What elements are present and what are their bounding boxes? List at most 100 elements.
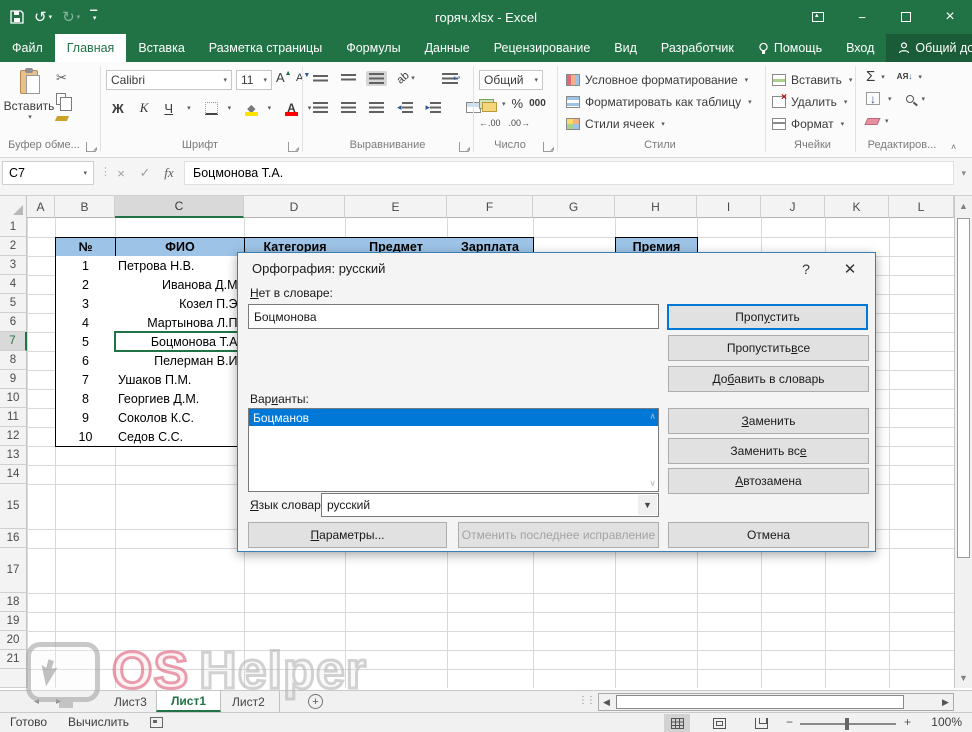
row-header-1[interactable]: 1 — [0, 218, 27, 237]
column-header-D[interactable]: D — [244, 196, 345, 218]
table-cell-number[interactable]: 7 — [55, 370, 116, 390]
zoom-in-button[interactable]: + — [904, 715, 911, 729]
table-cell-name[interactable]: Мартынова Л.П. — [115, 313, 245, 333]
new-sheet-button[interactable]: + — [308, 694, 323, 709]
confirm-entry-button[interactable]: ✓ — [134, 161, 156, 185]
table-cell-name[interactable]: Иванова Д.М. — [115, 275, 245, 295]
row-header-7[interactable]: 7 — [0, 332, 27, 351]
row-header-18[interactable]: 18 — [0, 593, 27, 612]
ribbon-tab-вход[interactable]: Вход — [834, 34, 886, 62]
autocorrect-button[interactable]: Автозамена — [668, 468, 869, 494]
insert-function-button[interactable]: fx — [158, 161, 180, 185]
row-header-12[interactable]: 12 — [0, 427, 27, 446]
column-header-A[interactable]: A — [27, 196, 55, 218]
select-all-corner[interactable] — [0, 196, 27, 218]
insert-cells-button[interactable]: Вставить▾ — [772, 71, 852, 89]
ribbon-tab-вид[interactable]: Вид — [602, 34, 649, 62]
underline-button[interactable]: Ч — [160, 101, 177, 116]
scroll-left-icon[interactable]: ◀ — [599, 694, 614, 710]
horizontal-scrollbar[interactable]: ◀ ▶ — [598, 693, 954, 711]
table-cell-name[interactable]: Седов С.С. — [115, 427, 245, 447]
borders-dropdown-icon[interactable]: ▾ — [228, 104, 232, 112]
table-cell-number[interactable]: 9 — [55, 408, 116, 428]
sort-filter-button[interactable]: АЯ↓ — [897, 73, 913, 81]
row-header-11[interactable]: 11 — [0, 408, 27, 427]
formula-input[interactable]: Боцмонова Т.А. — [184, 161, 954, 185]
decrease-decimal-button[interactable]: .00→ — [509, 118, 531, 128]
ribbon-tab-вставка[interactable]: Вставка — [126, 34, 196, 62]
copy-button[interactable] — [56, 93, 66, 105]
accounting-format-button[interactable] — [479, 99, 494, 109]
ignore-once-button[interactable]: Пропустить — [667, 304, 868, 330]
row-header-9[interactable]: 9 — [0, 370, 27, 389]
suggestions-list[interactable]: ∧ ∨ Боцманов — [248, 408, 659, 492]
ribbon-tab-главная[interactable]: Главная — [55, 34, 127, 62]
cell-styles-button[interactable]: Стили ячеек▾ — [566, 115, 665, 133]
list-scroll-down-icon[interactable]: ∨ — [649, 478, 656, 489]
fill-button[interactable]: ↓ — [866, 92, 880, 105]
format-painter-button[interactable] — [55, 116, 69, 121]
table-cell-number[interactable]: 4 — [55, 313, 116, 333]
comma-style-button[interactable]: 000 — [529, 98, 546, 109]
increase-indent-button[interactable]: ▸ — [423, 100, 445, 115]
row-header-14[interactable]: 14 — [0, 465, 27, 484]
table-cell-number[interactable]: 10 — [55, 427, 116, 447]
cancel-entry-button[interactable]: × — [110, 161, 132, 185]
table-cell-name[interactable]: Георгиев Д.М. — [115, 389, 245, 409]
orientation-button[interactable]: ab▾ — [394, 70, 418, 86]
scroll-down-icon[interactable]: ▼ — [955, 668, 972, 688]
font-color-button[interactable]: А — [285, 101, 298, 115]
wrap-text-button[interactable]: ↩ — [439, 71, 464, 86]
cut-button[interactable]: ✂ — [56, 70, 68, 86]
dialog-close-button[interactable]: ✕ — [833, 257, 867, 281]
row-header-5[interactable]: 5 — [0, 294, 27, 313]
row-header-15[interactable]: 15 — [0, 484, 27, 529]
table-cell-number[interactable]: 8 — [55, 389, 116, 409]
zoom-slider-thumb[interactable] — [845, 718, 849, 730]
row-header-6[interactable]: 6 — [0, 313, 27, 332]
table-cell-name[interactable]: Козел П.Э. — [115, 294, 245, 314]
table-cell-name[interactable]: Петрова Н.В. — [115, 256, 245, 276]
row-header-17[interactable]: 17 — [0, 548, 27, 593]
column-header-F[interactable]: F — [447, 196, 533, 218]
paste-dropdown-icon[interactable]: ▾ — [28, 113, 32, 121]
close-button[interactable]: × — [928, 0, 972, 34]
change-all-button[interactable]: Заменить все — [668, 438, 869, 464]
row-header-4[interactable]: 4 — [0, 275, 27, 294]
ribbon-tab-данные[interactable]: Данные — [413, 34, 482, 62]
page-break-view-button[interactable] — [748, 714, 774, 732]
sheet-nav-prev-icon[interactable]: ◂ — [34, 691, 39, 712]
sheet-tab-лист2[interactable]: Лист2 — [218, 691, 280, 712]
page-layout-view-button[interactable] — [706, 714, 732, 732]
row-header-16[interactable]: 16 — [0, 529, 27, 548]
ribbon-tab-разметка-страницы[interactable]: Разметка страницы — [197, 34, 334, 62]
font-size-select[interactable]: 11▾ — [236, 70, 272, 90]
name-box-dropdown-icon[interactable]: ▾ — [83, 169, 87, 177]
row-header-2[interactable]: 2 — [0, 237, 27, 256]
paste-button[interactable]: Вставить ▾ — [6, 66, 52, 136]
format-cells-button[interactable]: Формат▾ — [772, 115, 844, 133]
vertical-scrollbar[interactable]: ▲ ▼ — [954, 196, 972, 688]
align-bottom-button[interactable] — [366, 71, 387, 86]
column-header-L[interactable]: L — [889, 196, 954, 218]
row-header-8[interactable]: 8 — [0, 351, 27, 370]
dialog-help-button[interactable]: ? — [789, 257, 823, 281]
vertical-scroll-thumb[interactable] — [957, 218, 970, 558]
fill-color-button[interactable]: ◆ — [245, 101, 257, 115]
column-headers[interactable]: ABCDEFGHIJKL — [0, 196, 954, 218]
decrease-font-button[interactable]: А▼ — [296, 72, 310, 84]
scroll-up-icon[interactable]: ▲ — [955, 196, 972, 216]
tab-split-handle[interactable]: ⋮⋮ — [578, 695, 594, 706]
format-as-table-button[interactable]: Форматировать как таблицу▾ — [566, 93, 752, 111]
table-cell-name[interactable]: Соколов К.С. — [115, 408, 245, 428]
change-button[interactable]: Заменить — [668, 408, 869, 434]
zoom-level[interactable]: 100% — [924, 715, 962, 729]
increase-font-button[interactable]: А▲ — [276, 70, 292, 85]
align-right-button[interactable] — [366, 100, 387, 115]
normal-view-button[interactable] — [664, 714, 690, 732]
clipboard-dialog-launcher[interactable] — [86, 142, 96, 152]
table-cell-name[interactable]: Пелерман В.И. — [115, 351, 245, 371]
dictionary-language-select[interactable]: русский ▼ — [321, 493, 659, 517]
table-cell-number[interactable]: 2 — [55, 275, 116, 295]
borders-button[interactable] — [205, 102, 218, 115]
